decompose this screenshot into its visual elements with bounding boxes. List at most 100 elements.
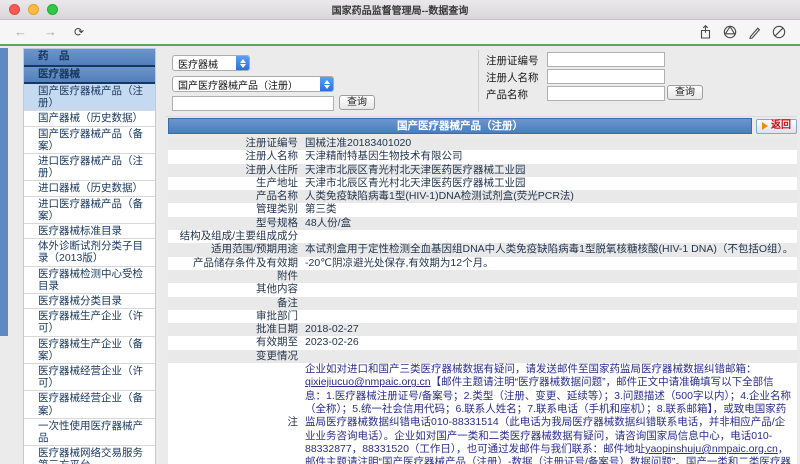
category-select[interactable]: 医疗器械 xyxy=(172,55,250,71)
row-label: 变更情况 xyxy=(256,349,298,362)
nav-icons: ← → ⟳ xyxy=(14,20,84,44)
row-label: 注册人住所 xyxy=(245,163,299,176)
forward-icon[interactable]: → xyxy=(44,20,57,44)
row-label: 产品名称 xyxy=(256,190,298,203)
row-label: 有效期至 xyxy=(256,336,298,349)
registration-no-label: 注册证编号 xyxy=(486,55,539,67)
row-label: 附件 xyxy=(277,269,298,282)
browser-toolbar: ← → ⟳ xyxy=(0,20,800,44)
table-row: 注册证编号 国械注准20183401020 xyxy=(168,137,797,151)
sidebar-item-distributor-filed[interactable]: 医疗器械经营企业（备案） xyxy=(24,391,155,419)
back-button-label: 返回 xyxy=(771,120,791,131)
browser-window: 国家药品监督管理局--数据查询 ← → ⟳ 药 品 医疗器械 国产医疗器械产品（… xyxy=(0,0,800,464)
table-row: 有效期至 2023-02-26 xyxy=(168,336,797,350)
query-form: 医疗器械 国产医疗器械产品（注册） 查询 注册证编号 注册人名称 产品名称 查询 xyxy=(166,46,797,117)
row-value: 天津精耐特基因生物技术有限公司 xyxy=(305,150,463,163)
sidebar-item-imported-device-history[interactable]: 进口器械（历史数据） xyxy=(24,181,155,197)
sidebar-item-testing-center-catalog[interactable]: 医疗器械检测中心受检目录 xyxy=(24,266,155,295)
sidebar-item-domestic-device-filed[interactable]: 国产医疗器械产品（备案） xyxy=(24,126,155,155)
keyword-search-button[interactable]: 查询 xyxy=(339,95,375,110)
minimize-window-button[interactable] xyxy=(28,4,39,15)
back-arrow-icon xyxy=(762,122,768,130)
sidebar-item-single-use-devices[interactable]: 一次性使用医疗器械产品 xyxy=(24,418,155,447)
sidebar-item-manufacturer-licensed[interactable]: 医疗器械生产企业（许可） xyxy=(24,309,155,337)
keyword-input[interactable] xyxy=(172,96,334,111)
row-label: 生产地址 xyxy=(256,176,298,189)
note-email-link[interactable]: yaopinshuju@nmpaic.org.cn xyxy=(645,443,778,455)
form-divider xyxy=(478,50,479,112)
table-row: 型号规格 48人份/盒 xyxy=(168,216,797,231)
sidebar-section-drugs[interactable]: 药 品 xyxy=(24,49,155,67)
sidebar-item-device-classification-catalog[interactable]: 医疗器械分类目录 xyxy=(24,294,155,310)
row-value: 本试剂盒用于定性检测全血基因组DNA中人类免疫缺陷病毒1型脱氧核糖核酸(HIV-… xyxy=(305,243,794,256)
product-name-input[interactable] xyxy=(547,86,665,101)
table-row: 结构及组成/主要组成成分 xyxy=(168,230,797,244)
traffic-lights xyxy=(9,4,58,15)
row-label: 注册人名称 xyxy=(245,150,299,163)
registration-no-input[interactable] xyxy=(547,52,665,67)
sidebar-item-domestic-device-registered[interactable]: 国产医疗器械产品（注册） xyxy=(24,84,155,112)
row-value xyxy=(305,297,797,310)
row-label: 适用范围/预期用途 xyxy=(211,243,298,256)
row-value: 天津市北辰区青光村北天津医药医疗器械工业园 xyxy=(305,176,526,189)
sidebar-item-third-party-trading-platform[interactable]: 医疗器械网络交易服务第三方平台 xyxy=(24,446,155,464)
sidebar-item-imported-device-registered[interactable]: 进口医疗器械产品（注册） xyxy=(24,154,155,182)
table-row: 注册人住所 天津市北辰区青光村北天津医药医疗器械工业园 xyxy=(168,163,797,177)
row-label: 结构及组成/主要组成成分 xyxy=(179,230,298,243)
row-label: 审批部门 xyxy=(256,309,298,322)
table-row: 注册人名称 天津精耐特基因生物技术有限公司 xyxy=(168,150,797,164)
share-icon[interactable] xyxy=(699,25,712,39)
note-email-link[interactable]: qixiejiucuo@nmpaic.org.cn xyxy=(305,376,431,388)
reload-icon[interactable]: ⟳ xyxy=(74,20,84,44)
registrant-name-input[interactable] xyxy=(547,69,665,84)
registrant-name-label: 注册人名称 xyxy=(486,72,539,84)
row-label: 注册证编号 xyxy=(245,137,299,149)
table-row: 备注 xyxy=(168,296,797,310)
table-row: 变更情况 xyxy=(168,349,797,364)
table-row: 附件 xyxy=(168,269,797,284)
row-label: 批准日期 xyxy=(256,323,298,336)
row-value xyxy=(305,310,797,323)
table-row: 产品储存条件及有效期 -20℃阴凉避光处保存,有效期为12个月。 xyxy=(168,256,797,270)
sidebar-item-device-standard-catalog[interactable]: 医疗器械标准目录 xyxy=(24,224,155,240)
sidebar-item-manufacturer-filed[interactable]: 医疗器械生产企业（备案） xyxy=(24,336,155,365)
sidebar-item-ivd-subcatalog-2013[interactable]: 体外诊断试剂分类子目录（2013版） xyxy=(24,239,155,267)
table-row: 生产地址 天津市北辰区青光村北天津医药医疗器械工业园 xyxy=(168,176,797,191)
category-select-value: 医疗器械 xyxy=(178,59,218,71)
sidebar-item-distributor-licensed[interactable]: 医疗器械经营企业（许可） xyxy=(24,364,155,392)
sidebar-nav: 药 品 医疗器械 国产医疗器械产品（注册） 国产器械（历史数据） 国产医疗器械产… xyxy=(23,48,156,464)
action-icons xyxy=(699,25,786,39)
row-label: 型号规格 xyxy=(256,216,298,229)
back-button[interactable]: 返回 xyxy=(756,118,797,134)
row-value xyxy=(305,270,797,283)
row-label: 注 xyxy=(287,416,299,429)
tab-overview-icon[interactable] xyxy=(723,25,737,39)
close-window-button[interactable] xyxy=(9,4,20,15)
product-name-label: 产品名称 xyxy=(486,89,528,101)
detail-title: 国产医疗器械产品（注册） xyxy=(168,118,752,134)
table-row: 其他内容 xyxy=(168,283,797,297)
detail-header: 国产医疗器械产品（注册） 返回 xyxy=(168,118,797,134)
row-label: 备注 xyxy=(277,296,298,309)
row-value xyxy=(305,283,797,296)
select-stepper-icon xyxy=(320,77,333,91)
row-label: 其他内容 xyxy=(256,283,298,296)
page-body: 药 品 医疗器械 国产医疗器械产品（注册） 国产器械（历史数据） 国产医疗器械产… xyxy=(0,46,800,464)
content-blocker-icon[interactable] xyxy=(772,25,786,39)
row-label: 产品储存条件及有效期 xyxy=(193,256,298,269)
sidebar-section-medical-devices[interactable]: 医疗器械 xyxy=(24,66,155,84)
table-row: 管理类别 第三类 xyxy=(168,203,797,217)
sidebar-item-domestic-device-history[interactable]: 国产器械（历史数据） xyxy=(24,111,155,127)
sidebar-item-imported-device-filed[interactable]: 进口医疗器械产品（备案） xyxy=(24,196,155,225)
table-row: 批准日期 2018-02-27 xyxy=(168,323,797,337)
zoom-window-button[interactable] xyxy=(47,4,58,15)
row-value: 2018-02-27 xyxy=(305,323,359,336)
back-icon[interactable]: ← xyxy=(14,20,27,44)
note-text: 企业如对进口和国产三类医疗器械数据有疑问，请发送邮件至国家药监局医疗器械数据纠错… xyxy=(305,363,797,464)
row-value: 国械注准20183401020 xyxy=(305,137,412,149)
markup-pen-icon[interactable] xyxy=(748,25,761,39)
subcategory-select[interactable]: 国产医疗器械产品（注册） xyxy=(172,76,334,92)
subcategory-select-value: 国产医疗器械产品（注册） xyxy=(178,80,298,92)
note-text-segment: 企业如对进口和国产三类医疗器械数据有疑问，请发送邮件至国家药监局医疗器械数据纠错… xyxy=(305,363,757,376)
field-search-button[interactable]: 查询 xyxy=(667,85,703,100)
